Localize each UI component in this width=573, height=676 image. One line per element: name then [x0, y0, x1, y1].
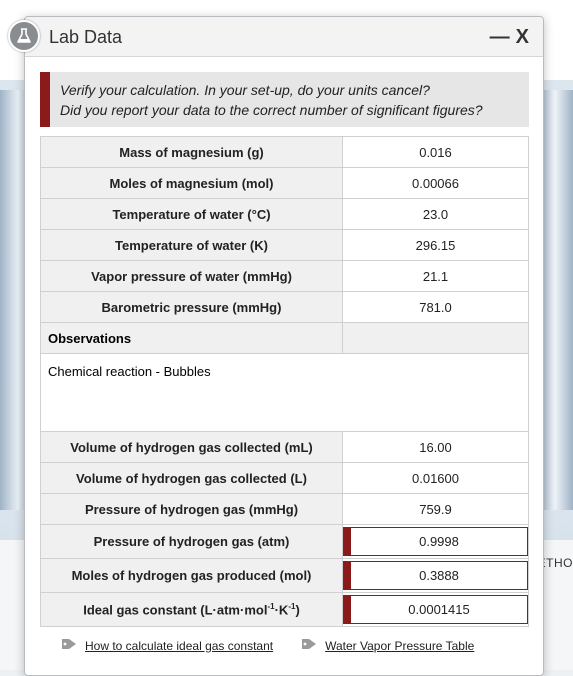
pressure-atm-input[interactable]: 0.9998	[343, 527, 528, 556]
flask-icon	[8, 20, 40, 52]
row-value: 0.01600	[342, 462, 529, 494]
input-row: Ideal gas constant (L·atm·mol-1·K-1) 0.0…	[40, 592, 529, 627]
help-links: How to calculate ideal gas constant Wate…	[61, 637, 521, 654]
observations-header-blank	[342, 322, 529, 354]
row-value: 759.9	[342, 493, 529, 525]
row-label: Volume of hydrogen gas collected (mL)	[40, 431, 343, 463]
tag-icon	[61, 637, 77, 654]
input-cell: 0.3888	[342, 558, 529, 593]
observations-text: Chemical reaction - Bubbles	[40, 353, 529, 432]
water-vapor-table-link[interactable]: Water Vapor Pressure Table	[301, 637, 474, 654]
input-cell: 0.9998	[342, 524, 529, 559]
row-value: 0.00066	[342, 167, 529, 199]
row-label: Volume of hydrogen gas collected (L)	[40, 462, 343, 494]
row-label: Barometric pressure (mmHg)	[40, 291, 343, 323]
observations-header-row: Observations	[40, 322, 529, 354]
row-label: Pressure of hydrogen gas (atm)	[40, 524, 343, 559]
gas-constant-label-prefix: Ideal gas constant (L	[83, 602, 213, 618]
background-glassware-right	[543, 90, 573, 510]
table-row: Barometric pressure (mmHg) 781.0	[40, 291, 529, 323]
input-row: Pressure of hydrogen gas (atm) 0.9998	[40, 524, 529, 559]
exponent: -1	[267, 601, 275, 611]
notice-line-1: Verify your calculation. In your set-up,…	[60, 82, 430, 98]
row-label: Temperature of water (°C)	[40, 198, 343, 230]
ideal-gas-constant-link[interactable]: How to calculate ideal gas constant	[61, 637, 273, 654]
row-value: 296.15	[342, 229, 529, 261]
gas-constant-label-suffix: )	[295, 602, 300, 618]
row-value: 0.016	[342, 136, 529, 168]
input-row: Moles of hydrogen gas produced (mol) 0.3…	[40, 558, 529, 593]
table-row: Temperature of water (°C) 23.0	[40, 198, 529, 230]
input-cell: 0.0001415	[342, 592, 529, 627]
row-label: Moles of hydrogen gas produced (mol)	[40, 558, 343, 593]
row-label: Vapor pressure of water (mmHg)	[40, 260, 343, 292]
row-label: Pressure of hydrogen gas (mmHg)	[40, 493, 343, 525]
table-row: Temperature of water (K) 296.15	[40, 229, 529, 261]
observations-label: Observations	[40, 322, 343, 354]
link-label: How to calculate ideal gas constant	[85, 638, 274, 653]
notice-line-2: Did you report your data to the correct …	[60, 102, 483, 118]
table-row: Pressure of hydrogen gas (mmHg) 759.9	[40, 493, 529, 525]
table-row: Moles of magnesium (mol) 0.00066	[40, 167, 529, 199]
table-row: Volume of hydrogen gas collected (mL) 16…	[40, 431, 529, 463]
unit-atm: atm	[216, 602, 240, 618]
row-value: 21.1	[342, 260, 529, 292]
verification-notice: Verify your calculation. In your set-up,…	[40, 72, 529, 127]
link-label: Water Vapor Pressure Table	[325, 638, 475, 653]
row-value: 781.0	[342, 291, 529, 323]
unit-mol: mol	[244, 602, 268, 618]
table-row: Mass of magnesium (g) 0.016	[40, 136, 529, 168]
tag-icon	[301, 637, 317, 654]
unit-k: K	[278, 602, 289, 618]
table-row: Vapor pressure of water (mmHg) 21.1	[40, 260, 529, 292]
close-button[interactable]: X	[516, 23, 529, 51]
row-label: Mass of magnesium (g)	[40, 136, 343, 168]
row-label: Temperature of water (K)	[40, 229, 343, 261]
window-controls: — X	[490, 23, 529, 51]
lab-data-table: Mass of magnesium (g) 0.016 Moles of mag…	[40, 136, 529, 627]
dialog-header: Lab Data — X	[25, 17, 543, 57]
dialog-title: Lab Data	[49, 27, 123, 47]
minimize-button[interactable]: —	[490, 23, 510, 51]
row-value: 23.0	[342, 198, 529, 230]
observations-row: Chemical reaction - Bubbles	[40, 353, 529, 432]
gas-constant-label: Ideal gas constant (L·atm·mol-1·K-1)	[40, 592, 343, 627]
table-row: Volume of hydrogen gas collected (L) 0.0…	[40, 462, 529, 494]
lab-data-dialog: Lab Data — X Verify your calculation. In…	[24, 16, 544, 676]
row-label: Moles of magnesium (mol)	[40, 167, 343, 199]
row-value: 16.00	[342, 431, 529, 463]
moles-hydrogen-input[interactable]: 0.3888	[343, 561, 528, 590]
gas-constant-input[interactable]: 0.0001415	[343, 595, 528, 624]
